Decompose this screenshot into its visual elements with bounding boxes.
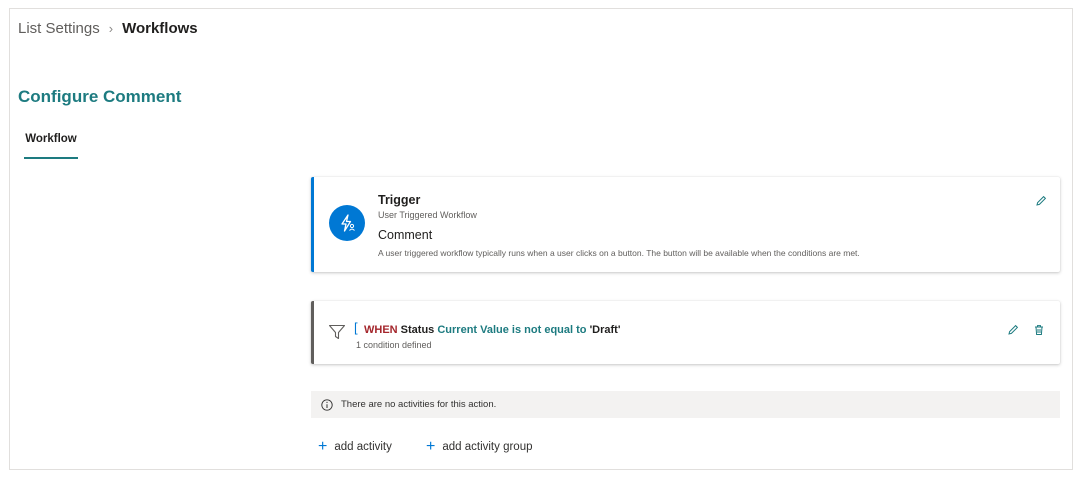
no-activities-text: There are no activities for this action. <box>341 399 497 410</box>
edit-trigger-button[interactable] <box>1033 193 1049 209</box>
add-activity-group-button[interactable]: + add activity group <box>426 439 532 455</box>
condition-when-keyword: WHEN <box>364 324 398 336</box>
lightning-user-icon <box>329 205 365 241</box>
trigger-description: A user triggered workflow typically runs… <box>378 248 860 258</box>
condition-field: Status <box>400 324 435 336</box>
edit-condition-button[interactable] <box>1005 322 1021 338</box>
breadcrumb-list-settings[interactable]: List Settings <box>18 20 100 37</box>
trigger-card[interactable]: Trigger User Triggered Workflow Comment … <box>311 177 1060 272</box>
filter-icon <box>328 324 346 340</box>
condition-count: 1 condition defined <box>356 340 432 350</box>
plus-icon: + <box>426 438 436 455</box>
pencil-icon <box>1036 195 1047 206</box>
trigger-name: Comment <box>378 228 433 242</box>
pencil-icon <box>1008 324 1019 335</box>
trash-icon <box>1035 325 1043 335</box>
condition-bracket: [ <box>354 320 358 335</box>
plus-icon: + <box>318 438 328 455</box>
add-activity-label: add activity <box>334 441 392 453</box>
condition-operator: Current Value is not equal to <box>437 324 587 336</box>
page-title: Configure Comment <box>18 87 182 106</box>
add-activity-button[interactable]: + add activity <box>318 439 392 455</box>
trigger-type: User Triggered Workflow <box>378 210 477 220</box>
breadcrumb-separator: › <box>108 21 114 36</box>
breadcrumb: List Settings › Workflows <box>18 20 198 37</box>
tab-workflow[interactable]: Workflow <box>24 133 78 159</box>
info-icon <box>321 398 333 411</box>
no-activities-message: There are no activities for this action. <box>311 391 1060 418</box>
condition-value: 'Draft' <box>589 324 621 336</box>
trigger-heading: Trigger <box>378 193 421 207</box>
main-panel: List Settings › Workflows Configure Comm… <box>9 8 1073 470</box>
condition-card[interactable]: [ WHEN Status Current Value is not equal… <box>311 301 1060 364</box>
condition-expression: WHEN Status Current Value is not equal t… <box>364 324 620 336</box>
tab-selected-indicator <box>24 157 78 159</box>
tab-workflow-label: Workflow <box>25 133 77 145</box>
breadcrumb-current: Workflows <box>122 20 198 37</box>
delete-condition-button[interactable] <box>1031 322 1047 338</box>
add-activity-group-label: add activity group <box>442 441 533 453</box>
